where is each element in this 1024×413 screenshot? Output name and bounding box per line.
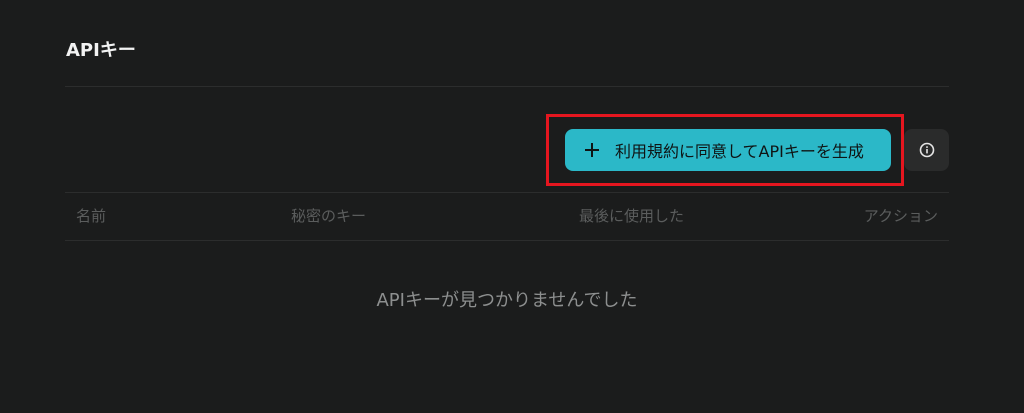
plus-icon	[585, 143, 599, 157]
table-top-divider	[65, 192, 949, 193]
info-icon	[919, 142, 934, 158]
create-api-key-label: 利用規約に同意してAPIキーを生成	[615, 142, 864, 161]
api-keys-page: APIキー 利用規約に同意してAPIキーを生成 名前 秘密のキー 最後に使用した…	[0, 0, 1024, 413]
column-header-actions: アクション	[863, 207, 938, 225]
create-api-key-button[interactable]: 利用規約に同意してAPIキーを生成	[565, 129, 891, 171]
title-divider	[65, 86, 949, 87]
page-title: APIキー	[66, 40, 136, 61]
column-header-name: 名前	[76, 207, 107, 225]
empty-state-message: APIキーが見つかりませんでした	[376, 290, 638, 311]
column-header-last-used: 最後に使用した	[579, 207, 685, 225]
column-header-secret-key: 秘密のキー	[291, 207, 367, 225]
info-button[interactable]	[904, 129, 949, 171]
table-header-divider	[65, 240, 949, 241]
